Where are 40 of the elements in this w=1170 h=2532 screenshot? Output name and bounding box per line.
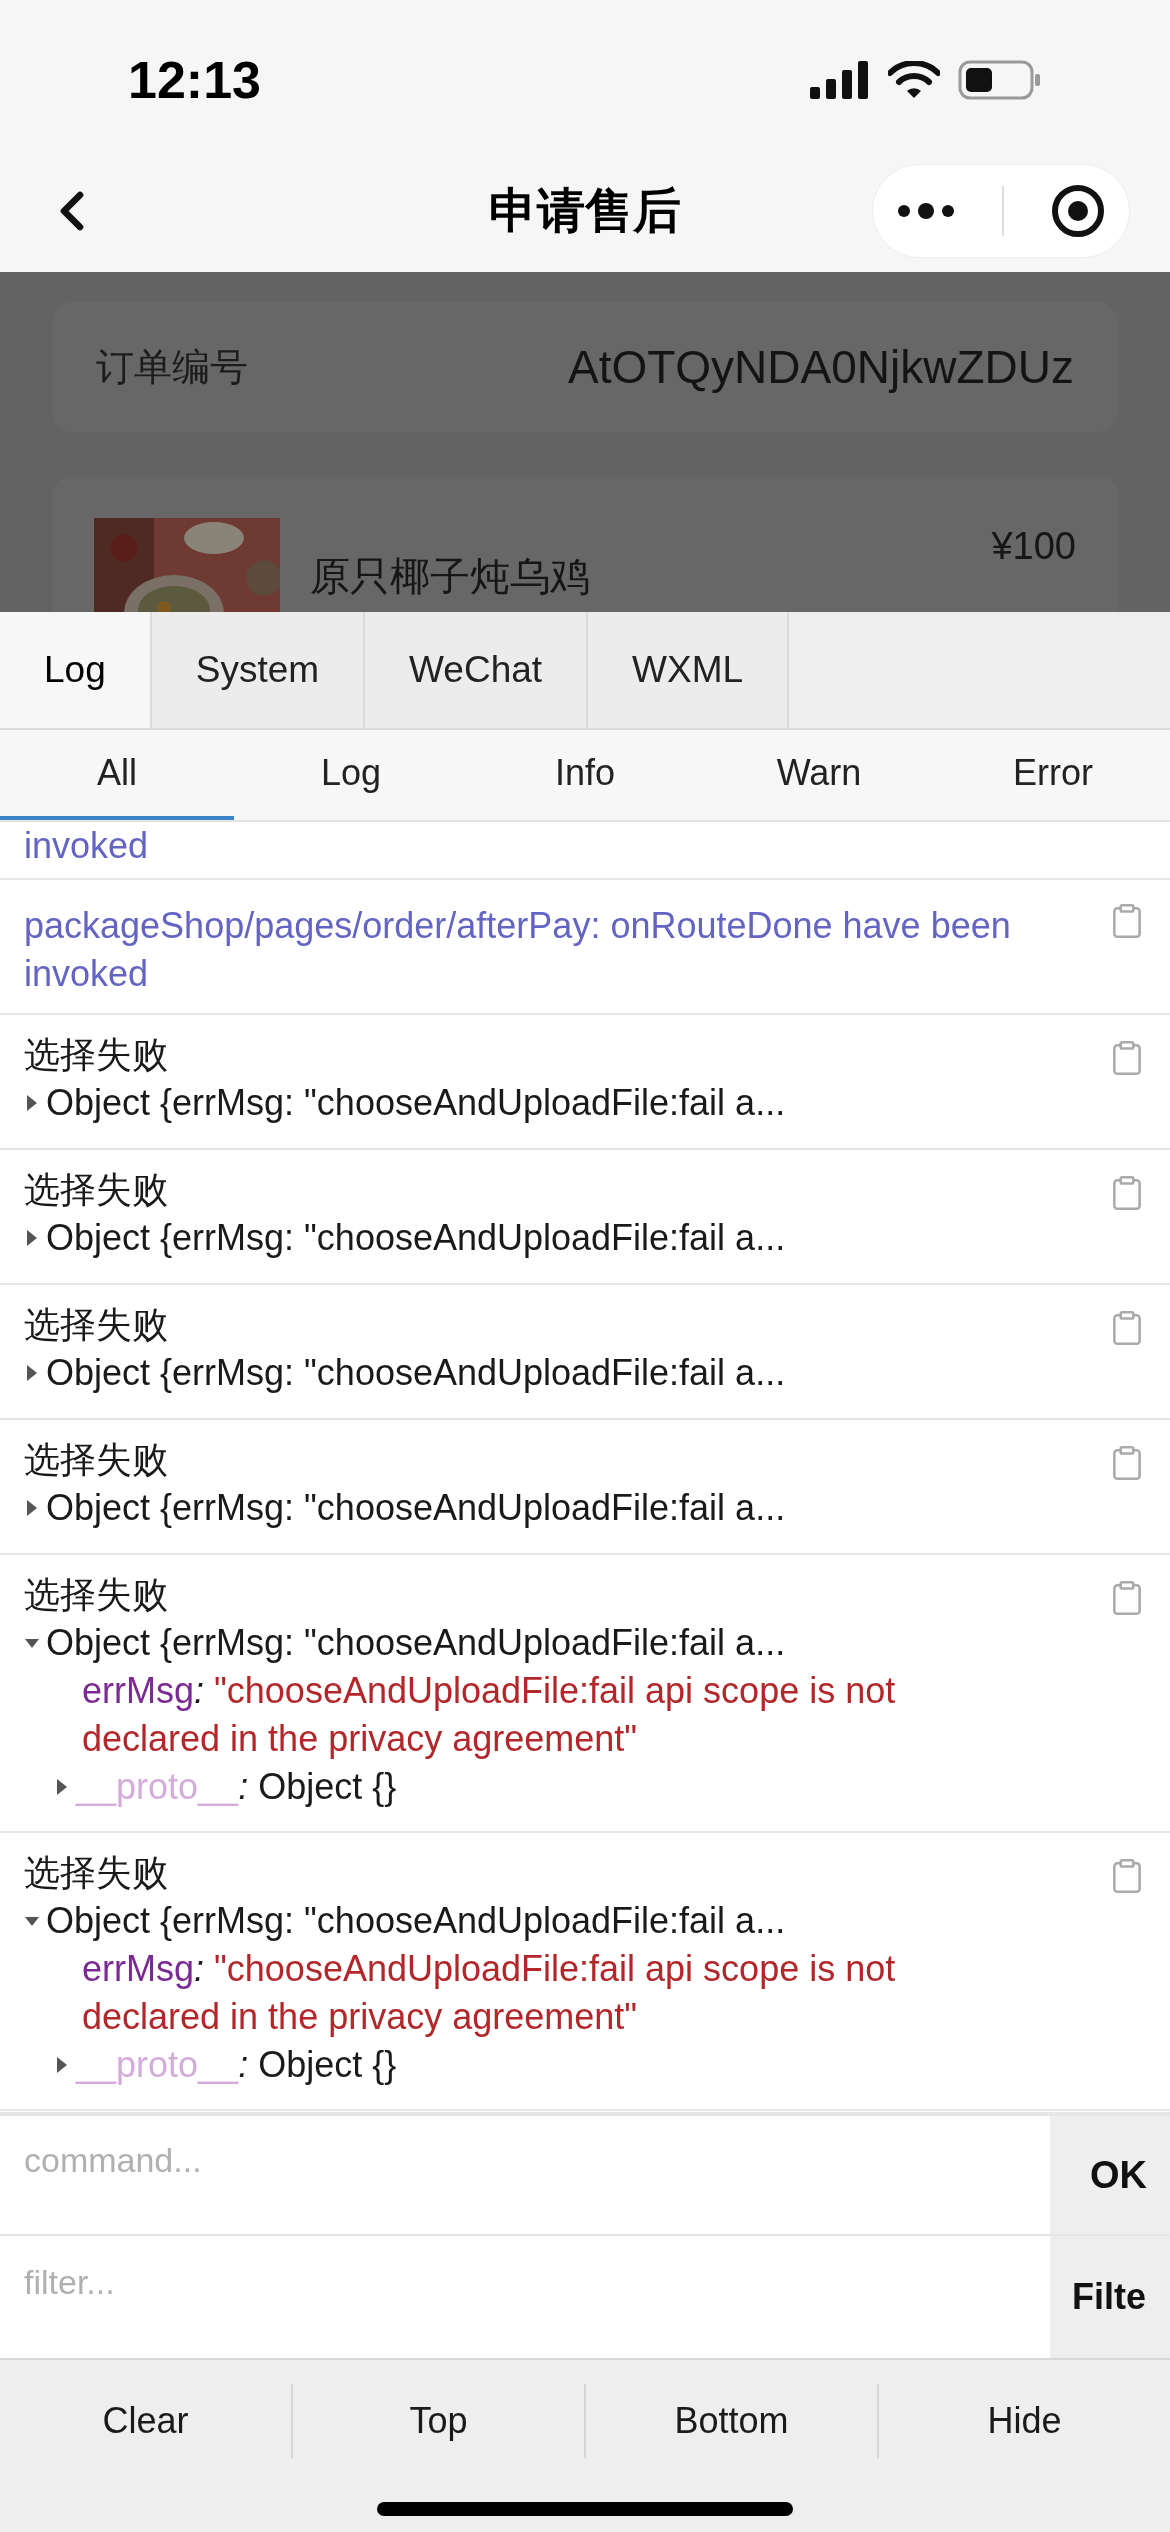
proto-entry[interactable]: __proto__: Object {} bbox=[76, 2041, 397, 2089]
level-tab[interactable]: Error bbox=[936, 730, 1170, 820]
toolbar-button[interactable]: Clear bbox=[0, 2366, 291, 2476]
product-name: 原只椰子炖乌鸡 bbox=[310, 553, 590, 600]
log-label: 选择失败 bbox=[24, 1303, 169, 1347]
level-tab[interactable]: Warn bbox=[702, 730, 936, 820]
order-number: AtOTQyNDA0NjkwZDUz bbox=[567, 339, 1074, 395]
log-label: 选择失败 bbox=[24, 1851, 169, 1895]
product-price: ¥100 bbox=[991, 524, 1076, 569]
level-tab[interactable]: Log bbox=[234, 730, 468, 820]
log-label: 选择失败 bbox=[24, 1438, 169, 1482]
object-summary[interactable]: Object {errMsg: "chooseAndUploadFile:fail a... bbox=[46, 1484, 786, 1532]
level-tab[interactable]: Info bbox=[468, 730, 702, 820]
object-summary[interactable]: Object {errMsg: "chooseAndUploadFile:fail a... bbox=[46, 1079, 786, 1127]
panel-tab[interactable]: Log bbox=[0, 612, 152, 728]
status-time: 12:13 bbox=[128, 50, 261, 111]
more-icon[interactable] bbox=[896, 202, 955, 220]
order-label: 订单编号 bbox=[96, 344, 248, 390]
log-label: 选择失败 bbox=[24, 1168, 169, 1212]
log-message: invoked bbox=[24, 824, 150, 868]
toolbar-button[interactable]: Top bbox=[293, 2366, 584, 2476]
battery-icon bbox=[958, 60, 1042, 100]
log-message: packageShop/pages/order/afterPay: onRouteDone have been invoked bbox=[24, 904, 1012, 996]
object-summary[interactable]: Object {errMsg: "chooseAndUploadFile:fail a... bbox=[46, 1897, 786, 1945]
object-summary[interactable]: Object {errMsg: "chooseAndUploadFile:fail a... bbox=[46, 1214, 786, 1262]
toolbar-button[interactable]: Bottom bbox=[586, 2366, 877, 2476]
log-label: 选择失败 bbox=[24, 1033, 169, 1077]
apply-filter-button[interactable]: Filte bbox=[1050, 2236, 1170, 2358]
wifi-icon bbox=[888, 61, 940, 99]
proto-entry[interactable]: __proto__: Object {} bbox=[76, 1763, 397, 1811]
property-entry: errMsg: "chooseAndUploadFile:fail api scope is not declared in the privacy agreement" bbox=[82, 1670, 896, 1759]
log-label: 选择失败 bbox=[24, 1573, 169, 1617]
property-entry: errMsg: "chooseAndUploadFile:fail api scope is not declared in the privacy agreement" bbox=[82, 1948, 896, 2037]
toolbar-button[interactable]: Hide bbox=[879, 2366, 1170, 2476]
ok-button[interactable]: OK bbox=[1050, 2116, 1170, 2234]
signal-icon bbox=[810, 61, 870, 99]
object-summary[interactable]: Object {errMsg: "chooseAndUploadFile:fail a... bbox=[46, 1349, 786, 1397]
page-title: 申请售后 bbox=[488, 183, 682, 239]
object-summary[interactable]: Object {errMsg: "chooseAndUploadFile:fail a... bbox=[46, 1619, 786, 1667]
close-target-icon[interactable] bbox=[1051, 184, 1106, 238]
